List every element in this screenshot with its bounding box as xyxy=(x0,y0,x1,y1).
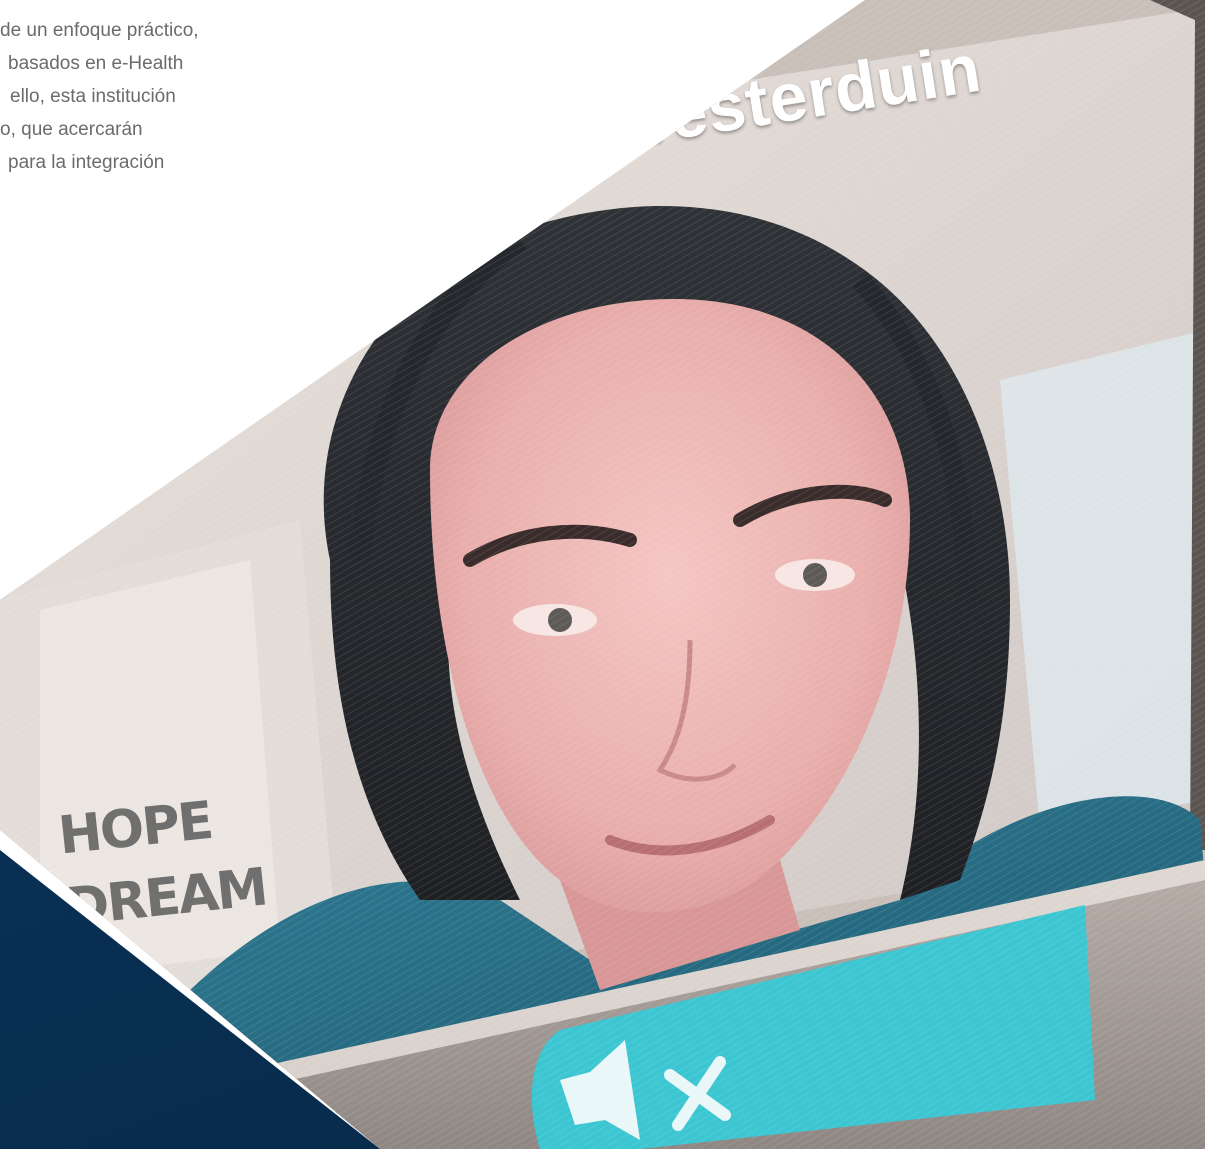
page: de un enfoque práctico, basados en e-Hea… xyxy=(0,0,1205,1149)
article-line: para la integración xyxy=(8,152,165,173)
article-line: o, que acercarán xyxy=(0,119,143,140)
article-line: basados en e-Health xyxy=(8,53,184,74)
article-line: ello, esta institución xyxy=(10,86,176,107)
article-line: de un enfoque práctico, xyxy=(0,20,199,41)
article-text: de un enfoque práctico, basados en e-Hea… xyxy=(0,14,270,179)
mute-button[interactable] xyxy=(530,1010,680,1149)
